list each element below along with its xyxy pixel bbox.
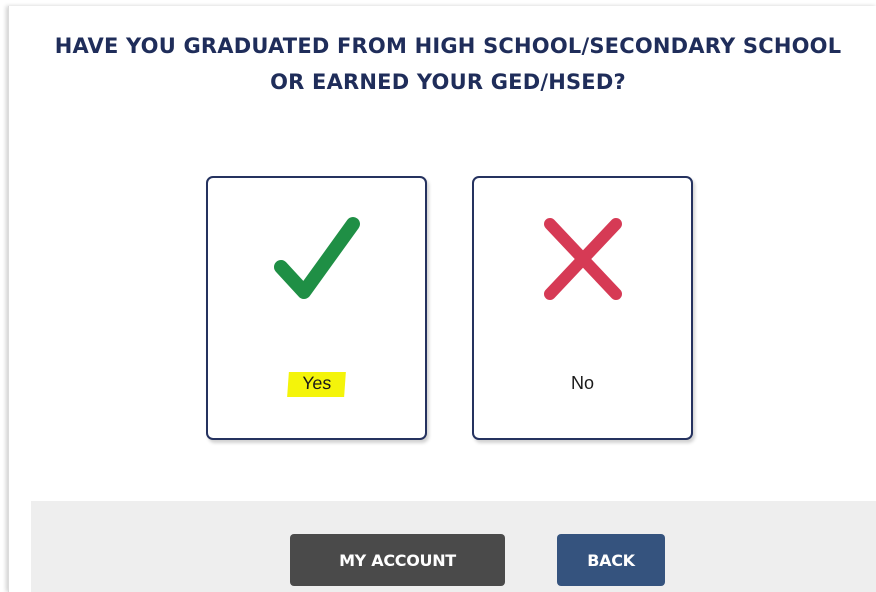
yes-label: Yes <box>286 372 347 397</box>
checkmark-icon <box>273 217 360 299</box>
no-label: No <box>570 373 594 393</box>
no-option-card[interactable]: No <box>472 176 693 440</box>
question-heading: HAVE YOU GRADUATED FROM HIGH SCHOOL/SECO… <box>19 28 876 100</box>
question-line-1: HAVE YOU GRADUATED FROM HIGH SCHOOL/SECO… <box>54 34 842 58</box>
page-panel: HAVE YOU GRADUATED FROM HIGH SCHOOL/SECO… <box>8 6 876 592</box>
footer-bar: MY ACCOUNT BACK <box>31 501 876 592</box>
x-icon <box>543 218 622 300</box>
no-option-label-row: No <box>474 372 691 397</box>
back-button[interactable]: BACK <box>557 534 665 586</box>
my-account-button[interactable]: MY ACCOUNT <box>290 534 505 586</box>
question-line-2: OR EARNED YOUR GED/HSED? <box>270 70 626 94</box>
yes-option-card[interactable]: Yes <box>206 176 427 440</box>
yes-option-label-row: Yes <box>208 372 425 397</box>
